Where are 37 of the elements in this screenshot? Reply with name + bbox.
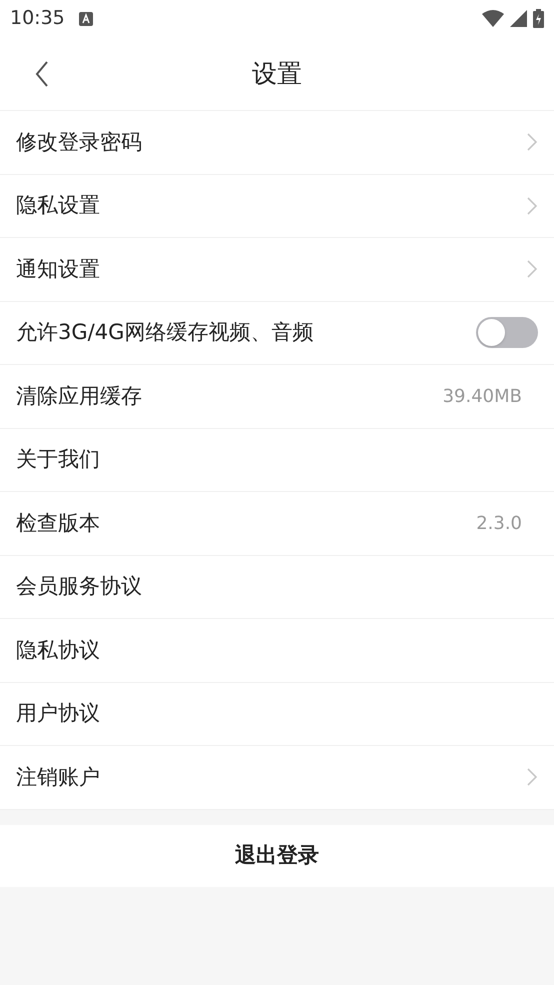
settings-row[interactable]: 用户协议 [0,682,554,746]
chevron-right-icon [526,196,538,216]
setting-label: 通知设置 [16,256,100,282]
settings-row[interactable]: 清除应用缓存 39.40MB [0,365,554,428]
settings-row[interactable]: 关于我们 [0,428,554,492]
setting-label: 允许3G/4G网络缓存视频、音频 [16,319,314,346]
settings-row[interactable]: 检查版本 2.3.0 [0,492,554,556]
setting-label: 用户协议 [16,700,100,727]
signal-icon [510,10,527,27]
setting-value: 39.40MB [442,384,522,409]
wifi-icon [482,10,504,27]
setting-label: 会员服务协议 [16,573,142,600]
battery-icon [533,9,544,28]
logout-button[interactable]: 退出登录 [0,824,554,886]
setting-label: 清除应用缓存 [16,382,142,410]
setting-label: 关于我们 [16,446,100,473]
settings-row[interactable]: 允许3G/4G网络缓存视频、音频 [0,302,554,365]
settings-row[interactable]: 修改登录密码 [0,111,554,174]
back-icon [35,61,49,87]
chevron-right-icon [526,259,538,280]
toggle-switch[interactable] [476,317,538,348]
setting-label: 修改登录密码 [16,128,142,156]
status-time: 10:35 [10,6,65,32]
chevron-right-icon [526,767,538,788]
chevron-right-icon [526,132,538,152]
setting-label: 检查版本 [16,510,100,536]
setting-label: 隐私协议 [16,636,100,664]
settings-row[interactable]: 隐私协议 [0,619,554,682]
page-title: 设置 [252,58,302,90]
setting-label: 隐私设置 [16,192,100,219]
settings-row[interactable]: 通知设置 [0,238,554,302]
settings-row[interactable]: 会员服务协议 [0,556,554,619]
settings-row[interactable]: 注销账户 [0,746,554,810]
settings-row[interactable]: 隐私设置 [0,174,554,238]
setting-label: 注销账户 [16,764,100,790]
setting-value: 2.3.0 [476,512,522,536]
notification-icon [78,12,93,26]
